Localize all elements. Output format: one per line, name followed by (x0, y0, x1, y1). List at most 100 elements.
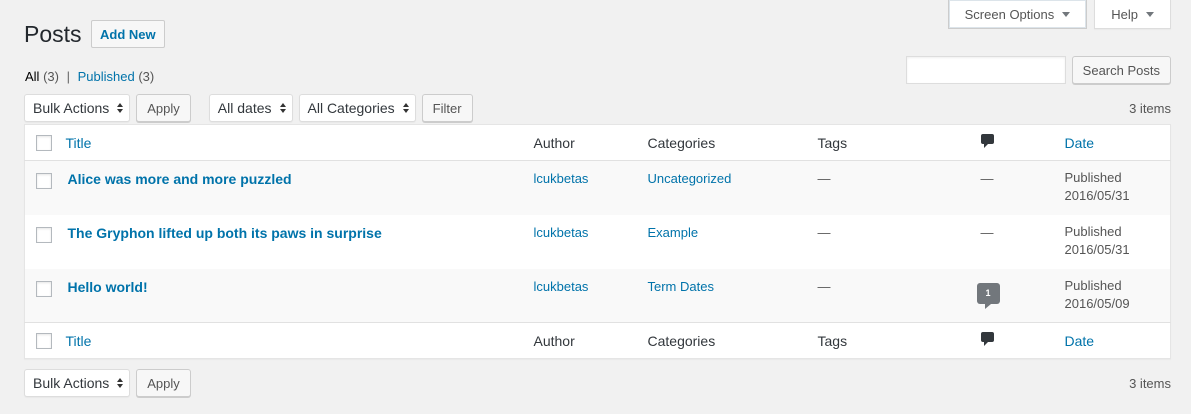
row-tags-cell: — (817, 278, 831, 294)
row-author-cell: lcukbetas (534, 215, 648, 269)
add-new-button[interactable]: Add New (91, 20, 165, 48)
select-arrows-icon (117, 103, 124, 113)
column-title: Title (65, 124, 534, 161)
table-row: Hello world! lcukbetas Term Dates — 1 Pu… (24, 268, 1171, 323)
post-title-link[interactable]: Alice was more and more puzzled (66, 171, 292, 187)
table-row: The Gryphon lifted up both its paws in s… (25, 215, 1171, 269)
filter-button[interactable]: Filter (421, 94, 473, 122)
posts-table: Title Author Categories Tags Date Alice … (24, 124, 1171, 359)
search-input[interactable] (905, 56, 1066, 84)
view-all-link[interactable]: All (25, 69, 39, 84)
author-link[interactable]: lcukbetas (534, 279, 589, 294)
row-checkbox-cell (25, 161, 66, 215)
category-link[interactable]: Term Dates (648, 279, 714, 294)
categories-select[interactable]: All Categories (298, 94, 416, 122)
table-header-row: Title Author Categories Tags Date (24, 124, 1171, 161)
items-count: 3 items (1129, 100, 1171, 116)
column-tags: Tags (817, 322, 981, 359)
row-checkbox[interactable] (36, 226, 52, 243)
dates-value: All dates (217, 100, 272, 116)
row-checkbox-cell (25, 215, 66, 269)
filter-group: All dates All Categories Filter (208, 94, 473, 122)
post-date: 2016/05/31 (1064, 241, 1130, 257)
column-categories: Categories (647, 124, 818, 161)
bulk-actions-group: Bulk Actions Apply (24, 94, 191, 122)
post-status-views: All (3) | Published (3) (25, 69, 154, 84)
column-categories: Categories (647, 322, 818, 359)
row-categories-cell: Term Dates (648, 269, 818, 323)
comment-count: 1 (976, 282, 1000, 304)
column-comments (980, 322, 1065, 359)
select-all-checkbox[interactable] (36, 332, 52, 349)
sort-date-link[interactable]: Date (1065, 333, 1095, 349)
column-date: Date (1064, 322, 1171, 359)
view-published-label: Published (77, 69, 135, 84)
column-tags: Tags (817, 124, 981, 161)
select-all-checkbox[interactable] (36, 134, 52, 151)
view-all-count: (3) (43, 69, 59, 84)
sort-date-link[interactable]: Date (1065, 135, 1095, 151)
help-label: Help (1111, 6, 1138, 22)
column-comments (980, 124, 1065, 161)
screen-options-button[interactable]: Screen Options (947, 0, 1088, 29)
categories-value: All Categories (307, 100, 395, 116)
view-published-link[interactable]: Published (78, 69, 135, 84)
view-all-label: All (25, 69, 40, 84)
column-author: Author (533, 322, 648, 359)
post-date: 2016/05/31 (1064, 188, 1130, 203)
category-link[interactable]: Uncategorized (648, 171, 732, 186)
row-comments-cell: 1 (976, 269, 1065, 323)
apply-button[interactable]: Apply (136, 94, 191, 122)
select-all-cell (24, 124, 66, 161)
post-date: 2016/05/09 (1064, 295, 1130, 311)
row-date-cell: Published 2016/05/31 (1065, 161, 1171, 215)
bulk-actions-select[interactable]: Bulk Actions (24, 94, 131, 122)
row-comments-cell: — (980, 171, 994, 186)
view-published-count: (3) (138, 69, 155, 84)
post-title-link[interactable]: Hello world! (66, 279, 148, 295)
column-title: Title (65, 322, 534, 359)
row-tags-cell: — (817, 224, 831, 240)
row-date-cell: Published 2016/05/09 (1065, 269, 1171, 323)
search-box: Search Posts (905, 56, 1171, 84)
column-author: Author (533, 124, 648, 161)
row-date-cell: Published 2016/05/31 (1065, 215, 1171, 269)
post-status: Published (1064, 277, 1122, 293)
row-tags-cell: — (817, 171, 831, 186)
select-arrows-icon (117, 378, 124, 388)
row-categories-cell: Uncategorized (648, 161, 818, 215)
row-title-cell: Hello world! (66, 269, 534, 323)
column-date: Date (1064, 124, 1171, 161)
bulk-actions-group: Bulk Actions Apply (24, 369, 191, 397)
sort-title-link[interactable]: Title (66, 333, 92, 349)
comment-count-bubble[interactable]: 1 (976, 282, 1000, 309)
select-all-cell (24, 322, 66, 359)
row-categories-cell: Example (648, 215, 818, 269)
comment-icon (980, 332, 994, 346)
author-link[interactable]: lcukbetas (534, 171, 589, 186)
apply-button[interactable]: Apply (136, 369, 191, 397)
post-status: Published (1064, 170, 1122, 185)
search-posts-button[interactable]: Search Posts (1071, 56, 1171, 84)
items-count: 3 items (1129, 375, 1171, 391)
row-checkbox[interactable] (36, 173, 52, 189)
sort-title-link[interactable]: Title (66, 135, 92, 151)
select-arrows-icon (279, 103, 286, 113)
row-comments-cell: — (980, 224, 994, 240)
post-title-link[interactable]: The Gryphon lifted up both its paws in s… (66, 225, 382, 241)
table-row: Alice was more and more puzzled lcukbeta… (24, 160, 1171, 215)
row-author-cell: lcukbetas (534, 161, 648, 215)
dates-select[interactable]: All dates (208, 94, 293, 122)
view-separator: | (66, 69, 70, 84)
category-link[interactable]: Example (648, 225, 699, 240)
bulk-actions-select[interactable]: Bulk Actions (24, 369, 131, 397)
page-title: Posts (24, 21, 82, 47)
row-author-cell: lcukbetas (534, 269, 648, 323)
row-title-cell: The Gryphon lifted up both its paws in s… (66, 215, 534, 269)
help-button[interactable]: Help (1094, 0, 1171, 29)
author-link[interactable]: lcukbetas (534, 225, 589, 240)
screen-options-label: Screen Options (964, 6, 1055, 22)
row-checkbox[interactable] (36, 280, 52, 297)
table-footer-row: Title Author Categories Tags Date (24, 322, 1171, 359)
tablenav-bottom: Bulk Actions Apply 3 items (24, 369, 1171, 397)
